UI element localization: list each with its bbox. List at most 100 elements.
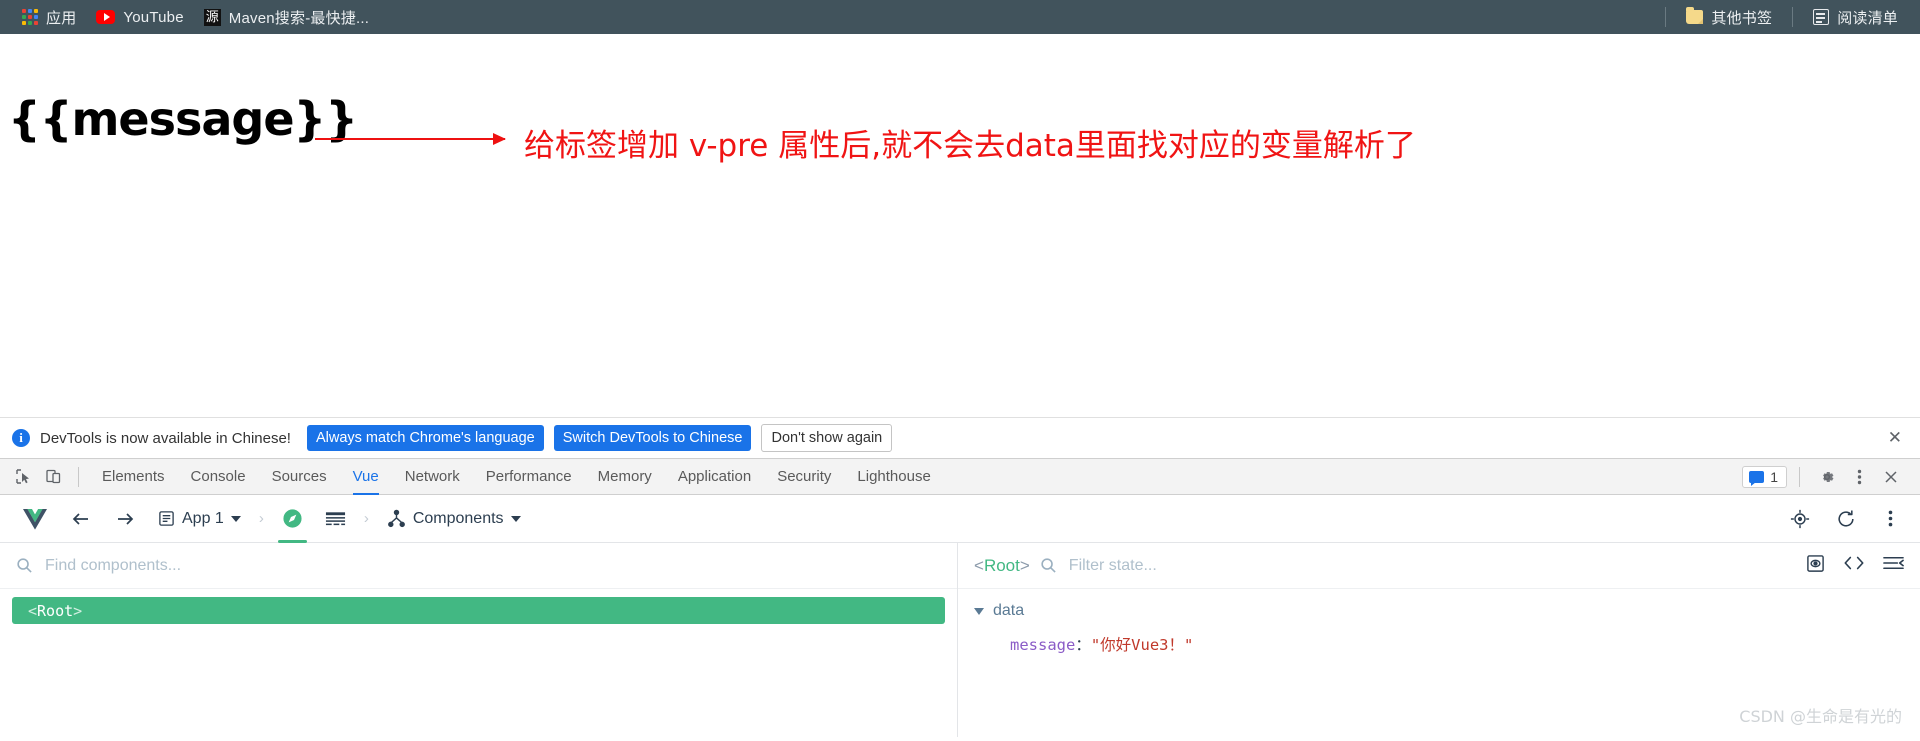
tab-elements[interactable]: Elements — [89, 459, 178, 495]
close-devtools-icon[interactable] — [1876, 463, 1906, 491]
folder-icon — [1686, 7, 1704, 24]
timeline-grid-icon[interactable] — [317, 502, 354, 536]
find-components-input[interactable] — [43, 555, 941, 576]
tab-lighthouse[interactable]: Lighthouse — [844, 459, 943, 495]
message-binding-text: {{message}} — [8, 92, 358, 146]
dont-show-again-button[interactable]: Don't show again — [761, 424, 893, 452]
triangle-down-icon — [974, 607, 984, 615]
app-document-icon — [159, 511, 174, 526]
page-viewport: {{message}} 给标签增加 v-pre 属性后,就不会去data里面找对… — [0, 34, 1920, 417]
message-count-badge[interactable]: 1 — [1742, 465, 1787, 488]
state-inspector-body: data message："你好Vue3！" — [958, 589, 1920, 665]
component-search-bar — [0, 543, 957, 589]
more-options-icon[interactable] — [1844, 463, 1874, 491]
divider — [1799, 466, 1800, 487]
reading-list-label: 阅读清单 — [1837, 9, 1898, 27]
settings-gear-icon[interactable] — [1812, 463, 1842, 491]
info-icon: i — [12, 429, 30, 447]
tab-console[interactable]: Console — [178, 459, 259, 495]
tag-close-bracket: > — [73, 601, 83, 620]
tree-node-root[interactable]: < Root > — [12, 597, 945, 624]
app-selector-button[interactable]: App 1 — [150, 502, 249, 536]
inspect-element-icon[interactable] — [8, 463, 38, 491]
annotation-text: 给标签增加 v-pre 属性后,就不会去data里面找对应的变量解析了 — [524, 128, 1416, 164]
back-arrow-icon[interactable] — [62, 502, 100, 536]
tab-vue[interactable]: Vue — [340, 459, 392, 495]
maven-favicon: 源 — [203, 8, 221, 26]
vue-logo-icon — [14, 502, 56, 536]
state-filter-bar: <Root> — [958, 543, 1920, 589]
tab-network[interactable]: Network — [392, 459, 473, 495]
bookmarks-right-group: 其他书签 阅读清单 — [1655, 5, 1908, 30]
select-component-icon[interactable] — [1782, 502, 1818, 536]
component-tree-body: < Root > — [0, 589, 957, 632]
state-pane-actions — [1806, 554, 1904, 578]
reading-list-icon — [1813, 9, 1830, 25]
bookmark-item-maven[interactable]: 源 Maven搜索-最快捷... — [194, 5, 379, 30]
tab-security[interactable]: Security — [764, 459, 844, 495]
state-value: "你好Vue3！" — [1090, 636, 1194, 654]
message-icon — [1749, 470, 1765, 486]
more-options-icon[interactable] — [1874, 502, 1906, 536]
state-row-message[interactable]: message："你好Vue3！" — [974, 633, 1904, 655]
vue-inspector-icon[interactable] — [274, 502, 311, 543]
forward-arrow-icon[interactable] — [106, 502, 144, 536]
tag-open-bracket: < — [974, 555, 984, 575]
state-colon: ： — [1075, 636, 1091, 654]
search-icon — [16, 557, 33, 574]
tag-close-bracket: > — [1019, 555, 1030, 575]
devtools-language-notice: i DevTools is now available in Chinese! … — [0, 417, 1920, 458]
divider — [1792, 7, 1794, 27]
tab-memory[interactable]: Memory — [585, 459, 665, 495]
right-arrow-icon — [315, 133, 506, 145]
selected-component-name: Root — [983, 555, 1020, 575]
bookmark-label-maven: Maven搜索-最快捷... — [228, 9, 370, 27]
breadcrumb-chevron-icon: › — [258, 510, 264, 527]
app-label: App 1 — [182, 509, 224, 527]
search-icon — [1040, 557, 1057, 574]
bookmarks-bar: 应用 YouTube 源 Maven搜索-最快捷... 其他书签 阅读清单 — [0, 0, 1920, 34]
tag-open-bracket: < — [28, 601, 38, 620]
bookmark-item-youtube[interactable]: YouTube — [86, 7, 193, 28]
switch-to-chinese-button[interactable]: Switch DevTools to Chinese — [553, 425, 752, 451]
devtools-tabbar: Elements Console Sources Vue Network Per… — [0, 458, 1920, 495]
bookmark-item-other-bookmarks[interactable]: 其他书签 — [1676, 5, 1782, 30]
view-selector-button[interactable]: Components — [379, 502, 529, 536]
devtools-tabbar-actions: 1 — [1742, 463, 1912, 491]
tab-application[interactable]: Application — [665, 459, 764, 495]
component-tree-pane: <Root> — [0, 543, 958, 737]
state-group-data[interactable]: data — [974, 599, 1904, 623]
device-toolbar-icon[interactable] — [38, 463, 68, 491]
youtube-icon — [96, 10, 116, 24]
vue-devtools-panels: <Root> <Root> — [0, 543, 1920, 737]
csdn-watermark: CSDN @生命是有光的 — [1739, 707, 1902, 726]
tab-performance[interactable]: Performance — [473, 459, 585, 495]
bookmark-label-youtube: YouTube — [123, 8, 184, 26]
tab-sources[interactable]: Sources — [259, 459, 340, 495]
chevron-down-icon — [230, 515, 241, 522]
apps-grid-icon — [22, 9, 38, 25]
inspect-dom-icon[interactable] — [1806, 554, 1825, 578]
close-icon[interactable]: ✕ — [1882, 428, 1908, 448]
collapse-all-icon[interactable] — [1883, 554, 1904, 577]
breadcrumb-chevron-icon: › — [363, 510, 369, 527]
tree-node-label: Root — [37, 601, 74, 620]
always-match-language-button[interactable]: Always match Chrome's language — [306, 425, 544, 451]
vue-devtools-toolbar: App 1 › › Components — [0, 495, 1920, 543]
divider — [78, 466, 79, 487]
bookmark-item-reading-list[interactable]: 阅读清单 — [1803, 5, 1908, 30]
selected-component-tag: <Root> — [974, 556, 1030, 576]
open-in-editor-icon[interactable] — [1843, 554, 1865, 577]
components-tree-icon — [387, 509, 405, 528]
state-key: message — [1010, 636, 1076, 654]
refresh-icon[interactable] — [1828, 502, 1864, 536]
bookmark-item-apps[interactable]: 应用 — [12, 5, 86, 30]
chevron-down-icon — [510, 515, 521, 522]
message-count: 1 — [1770, 468, 1778, 485]
bookmark-label-apps: 应用 — [46, 9, 77, 27]
divider — [1665, 7, 1667, 27]
vue-toolbar-actions — [1782, 502, 1906, 536]
filter-state-input[interactable] — [1066, 555, 1796, 576]
other-bookmarks-label: 其他书签 — [1711, 9, 1773, 27]
view-label: Components — [412, 509, 504, 527]
